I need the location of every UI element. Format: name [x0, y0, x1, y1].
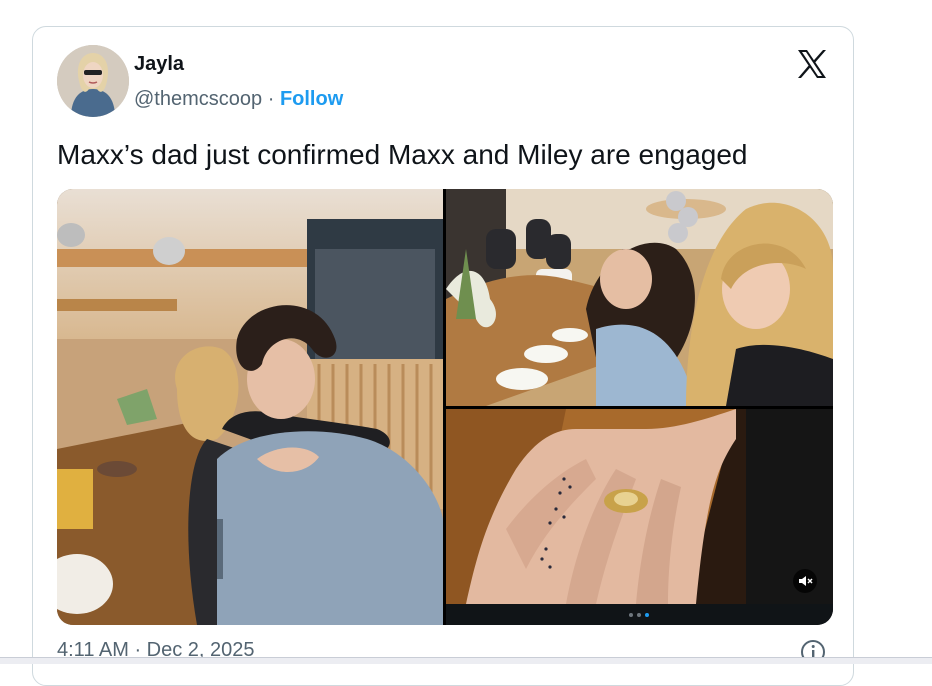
- mute-button[interactable]: [793, 569, 817, 593]
- pager-dot[interactable]: [637, 613, 641, 617]
- media-gallery[interactable]: [57, 189, 833, 625]
- mute-icon: [799, 576, 813, 586]
- carousel-pager: [446, 604, 833, 625]
- photo-engagement-ring[interactable]: [446, 409, 833, 604]
- author-handle[interactable]: @themcscoop: [134, 88, 262, 110]
- avatar[interactable]: [57, 45, 129, 117]
- follow-button[interactable]: Follow: [280, 88, 343, 110]
- pager-dot-active[interactable]: [645, 613, 649, 617]
- handle-row: @themcscoop · Follow: [134, 88, 343, 111]
- author-name[interactable]: Jayla: [134, 53, 184, 76]
- photo-restaurant-party[interactable]: [446, 189, 833, 406]
- tweet-text: Maxx’s dad just confirmed Maxx and Miley…: [57, 139, 748, 170]
- x-logo-icon[interactable]: [795, 47, 829, 81]
- pager-dot[interactable]: [629, 613, 633, 617]
- separator-dot: ·: [267, 88, 275, 110]
- photo-couple-at-table[interactable]: [57, 189, 443, 625]
- window-bottom-edge: [0, 657, 932, 664]
- embedded-tweet-card[interactable]: Jayla @themcscoop · Follow Maxx’s dad ju…: [32, 26, 854, 686]
